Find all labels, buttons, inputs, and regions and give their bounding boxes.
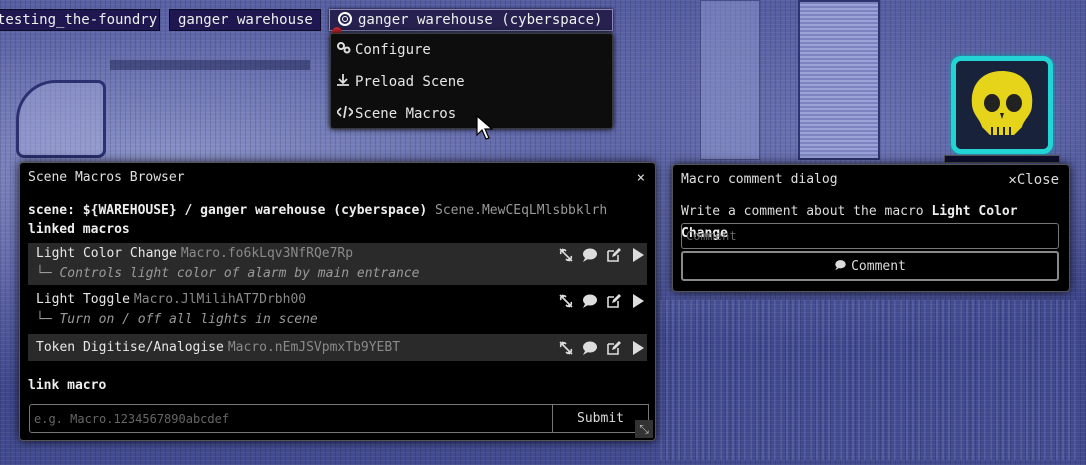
comment-submit-button[interactable]: Comment [681,251,1059,281]
macro-comment: └─ Turn on / off all lights in scene [36,312,318,327]
comment-button-label: Comment [851,258,906,274]
macro-name: Token Digitise/Analogise [36,340,224,355]
comment-icon [835,259,846,270]
scene-tab-label: ganger warehouse (cyberspace) [358,12,603,28]
link-macro-input[interactable] [29,404,553,433]
macro-comment: └─ Controls light color of alarm by main… [36,266,420,281]
comment-prompt-text: Write a comment about the macro [681,204,924,219]
edit-icon[interactable] [605,246,623,264]
execute-icon[interactable] [629,339,647,357]
code-icon [335,98,355,130]
scene-tab-ganger-warehouse-cyberspace[interactable]: ganger warehouse (cyberspace) [329,9,613,31]
menu-item-label: Configure [355,42,431,58]
window-header[interactable]: Scene Macros Browser × [20,163,655,193]
close-button[interactable]: ✕Close [1008,165,1059,195]
scene-tab-label: testing_the-foundry [0,12,158,28]
bullseye-icon [338,12,352,26]
comment-icon[interactable] [581,339,599,357]
execute-icon[interactable] [629,292,647,310]
scene-macros-browser-window: Scene Macros Browser × scene: ${WAREHOUS… [19,162,656,441]
scene-tab-ganger-warehouse[interactable]: ganger warehouse [169,9,321,31]
scene-tab-testing[interactable]: testing_the-foundry [0,9,160,31]
mouse-cursor-icon [476,115,494,140]
unlink-icon[interactable] [557,246,575,264]
comment-input[interactable] [681,223,1059,249]
link-macro-title: link macro [28,378,107,393]
gears-icon [337,34,355,66]
macro-id: Macro.JlMilihAT7Drbh00 [133,292,307,307]
unlink-icon[interactable] [557,292,575,310]
skull-icon [956,61,1048,149]
resize-handle-icon[interactable]: ⤡ [635,420,653,438]
comment-icon[interactable] [581,292,599,310]
scene-id: Scene.MewCEqLMlsbbklrh [435,203,608,218]
scene-context-menu: Configure Preload Scene Scene Macros [330,33,613,129]
window-title: Macro comment dialog [681,172,838,187]
download-icon [337,66,355,98]
map-pillar [798,0,880,160]
window-header[interactable]: Macro comment dialog ✕Close [673,165,1069,195]
macro-id: Macro.nEmJSVpmxTb9YEBT [227,340,401,355]
execute-icon[interactable] [629,246,647,264]
menu-item-configure[interactable]: Configure [331,34,612,66]
edit-icon[interactable] [605,339,623,357]
comment-icon[interactable] [581,246,599,264]
unlink-icon[interactable] [557,339,575,357]
macro-id: Macro.fo6kLqv3NfRQe7Rp [180,246,354,261]
edit-icon[interactable] [605,292,623,310]
scene-path-text: scene: ${WAREHOUSE} / ganger warehouse (… [28,203,428,218]
macro-name: Light Color Change [36,246,177,261]
menu-item-label: Scene Macros [355,106,457,122]
skull-token[interactable] [951,56,1053,154]
token-nameplate [944,155,1060,163]
map-grate [660,300,1080,460]
macro-row: Light Toggle Macro.JlMilihAT7Drbh00 └─ Tu… [28,289,647,331]
macro-row: Token Digitise/Analogise Macro.nEmJSVpmxT… [28,334,647,361]
menu-item-scene-macros[interactable]: Scene Macros [331,98,612,130]
menu-item-label: Preload Scene [355,74,465,90]
map-pipe [110,60,310,70]
menu-item-preload-scene[interactable]: Preload Scene [331,66,612,98]
scene-tab-label: ganger warehouse [178,12,313,28]
macro-name: Light Toggle [36,292,130,307]
map-machine [16,80,106,158]
window-title: Scene Macros Browser [28,170,185,185]
close-button[interactable]: × [637,163,645,193]
comment-prompt: Write a comment about the macro Light Co… [681,201,1061,241]
map-wall [700,0,760,160]
macro-comment-dialog: Macro comment dialog ✕Close Write a comm… [672,164,1070,292]
linked-macros-title: linked macros [28,222,130,237]
link-macro-form: Submit [29,404,649,433]
macro-row: Light Color Change Macro.fo6kLqv3NfRQe7Rp… [28,243,647,285]
scene-path: scene: ${WAREHOUSE} / ganger warehouse (… [28,201,647,221]
